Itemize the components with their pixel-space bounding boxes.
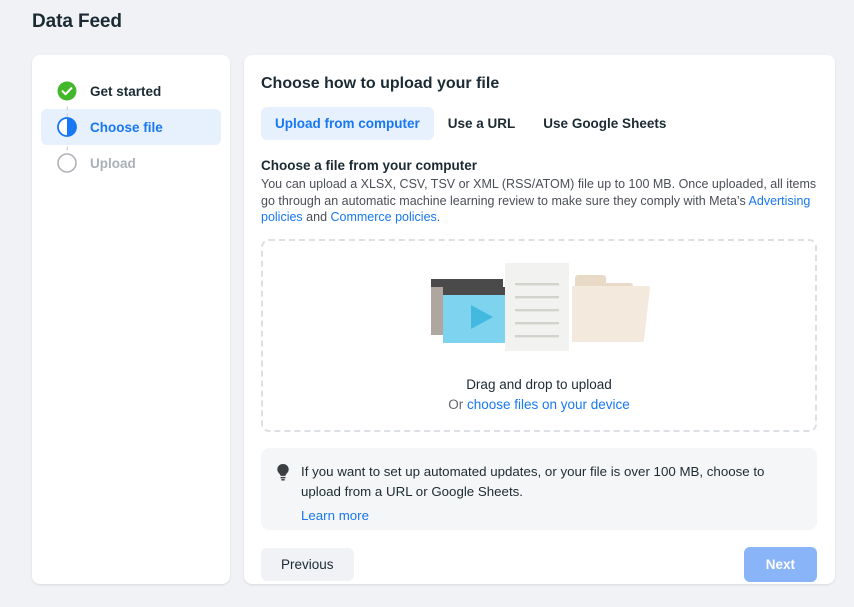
tab-label: Use Google Sheets — [543, 116, 666, 131]
page-title: Data Feed — [32, 11, 122, 33]
steps-sidebar-card: Get started Choose file Upload — [32, 55, 230, 584]
learn-more-link[interactable]: Learn more — [301, 508, 801, 523]
dropzone-sub-text: Or choose files on your device — [448, 395, 630, 415]
dropzone-main-text: Drag and drop to upload — [466, 375, 612, 395]
section-heading: Choose a file from your computer — [261, 158, 817, 173]
data-feed-page: Data Feed Get started — [0, 0, 854, 607]
section-description: You can upload a XLSX, CSV, TSV or XML (… — [261, 176, 817, 226]
description-conjunction: and — [303, 210, 331, 224]
sidebar-step-choose-file[interactable]: Choose file — [41, 109, 221, 145]
step-list: Get started Choose file Upload — [32, 73, 230, 181]
next-button[interactable]: Next — [744, 547, 817, 582]
tip-banner: If you want to set up automated updates,… — [261, 448, 817, 530]
choose-files-link[interactable]: choose files on your device — [467, 397, 630, 412]
file-upload-illustration — [427, 255, 651, 359]
sidebar-step-label: Get started — [90, 84, 161, 99]
check-circle-icon — [57, 81, 77, 101]
dropzone-or-text: Or — [448, 397, 467, 412]
sidebar-step-label: Choose file — [90, 120, 163, 135]
upload-method-tabs: Upload from computer Use a URL Use Googl… — [261, 107, 817, 140]
lightbulb-icon — [275, 463, 291, 486]
half-filled-circle-icon — [57, 117, 77, 137]
sidebar-step-label: Upload — [90, 156, 136, 171]
tab-upload-from-computer[interactable]: Upload from computer — [261, 107, 434, 140]
previous-button[interactable]: Previous — [261, 548, 354, 581]
tab-label: Use a URL — [448, 116, 516, 131]
description-period: . — [437, 210, 440, 224]
tab-use-a-url[interactable]: Use a URL — [434, 107, 530, 140]
commerce-policies-link[interactable]: Commerce policies — [331, 210, 437, 224]
sidebar-step-upload[interactable]: Upload — [41, 145, 221, 181]
wizard-footer: Previous Next — [261, 547, 817, 582]
upload-main-card: Choose how to upload your file Upload fr… — [244, 55, 835, 584]
tab-use-google-sheets[interactable]: Use Google Sheets — [529, 107, 680, 140]
file-dropzone[interactable]: Drag and drop to upload Or choose files … — [261, 239, 817, 432]
main-title: Choose how to upload your file — [261, 75, 817, 93]
empty-circle-icon — [57, 153, 77, 173]
description-text: You can upload a XLSX, CSV, TSV or XML (… — [261, 177, 816, 208]
tab-label: Upload from computer — [275, 116, 420, 131]
folder-icon — [572, 275, 650, 342]
sidebar-step-get-started[interactable]: Get started — [41, 73, 221, 109]
tip-text: If you want to set up automated updates,… — [301, 464, 764, 499]
document-icon — [505, 263, 569, 351]
